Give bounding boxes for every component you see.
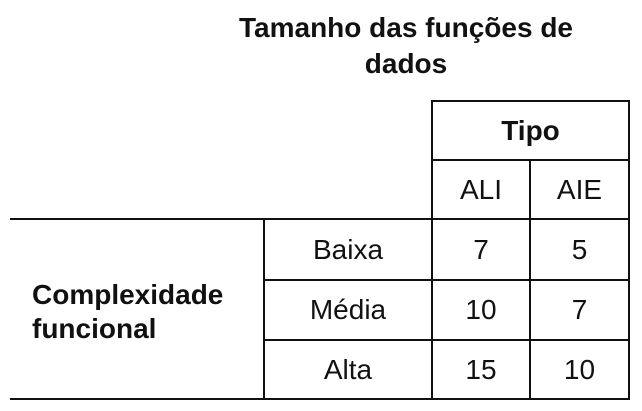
header-group-tipo: Tipo bbox=[501, 114, 560, 146]
table-border-line bbox=[10, 398, 630, 400]
table-cell: 10 bbox=[563, 353, 596, 385]
table-cell: 5 bbox=[571, 233, 588, 265]
table-cell: 15 bbox=[465, 353, 497, 385]
table-cell: 10 bbox=[465, 294, 497, 325]
row-label-alta: Alta bbox=[323, 353, 373, 385]
table-cell: 7 bbox=[473, 233, 489, 265]
row-group-label: Complexidade funcional bbox=[32, 279, 224, 344]
table-border-line bbox=[628, 100, 630, 400]
row-label-media: Média bbox=[309, 294, 387, 325]
column-header-ali: ALI bbox=[459, 173, 503, 205]
table-cell: 7 bbox=[571, 294, 588, 325]
complexity-table: Tipo ALI AIE Complexidade funcional Baix… bbox=[0, 0, 642, 411]
column-header-aie: AIE bbox=[556, 173, 603, 205]
row-label-baixa: Baixa bbox=[312, 233, 384, 265]
